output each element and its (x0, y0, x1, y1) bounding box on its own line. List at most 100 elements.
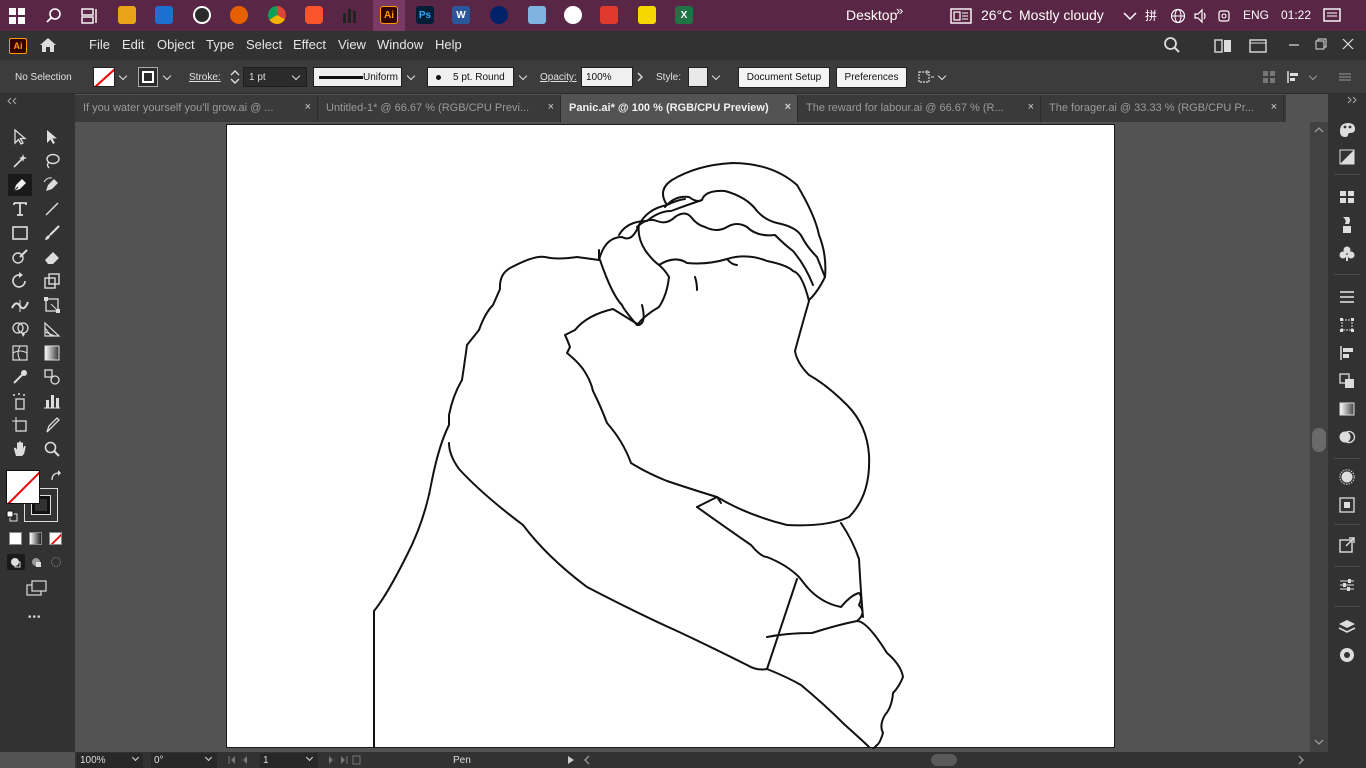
tab-panic[interactable]: Panic.ai* @ 100 % (RGB/CPU Preview) × (561, 95, 798, 122)
line-art-drawing[interactable] (227, 125, 1116, 749)
selection-tool-icon[interactable] (8, 126, 32, 148)
close-icon[interactable]: × (548, 101, 554, 113)
style-dropdown-chevron-icon[interactable] (711, 71, 721, 81)
window-close-icon[interactable] (1342, 38, 1354, 50)
vertical-scrollbar[interactable] (1310, 122, 1328, 752)
magic-wand-tool-icon[interactable] (8, 150, 32, 172)
window-restore-icon[interactable] (1315, 38, 1327, 50)
graphic-styles-panel-icon[interactable] (1337, 496, 1357, 514)
pathfinder-panel-icon[interactable] (1337, 372, 1357, 390)
menu-edit[interactable]: Edit (122, 37, 144, 52)
line-segment-tool-icon[interactable] (40, 198, 64, 220)
gradient-panel-icon[interactable] (1337, 400, 1357, 418)
scroll-down-icon[interactable] (1314, 738, 1324, 746)
variable-width-profile[interactable]: Uniform (313, 67, 402, 87)
eraser-tool-icon[interactable] (40, 246, 64, 268)
swatches-panel-icon[interactable] (1337, 188, 1357, 206)
slice-tool-icon[interactable] (40, 414, 64, 436)
document-setup-button[interactable]: Document Setup (738, 67, 830, 88)
fill-color-box[interactable] (6, 470, 40, 504)
opacity-expand-icon[interactable] (636, 72, 644, 82)
shape-builder-tool-icon[interactable] (8, 318, 32, 340)
free-transform-tool-icon[interactable] (40, 294, 64, 316)
properties-panel-icon[interactable] (1337, 288, 1357, 306)
scroll-thumb[interactable] (1312, 428, 1326, 452)
opacity-field[interactable]: 100% (581, 67, 633, 87)
app-bars-icon[interactable] (342, 6, 360, 24)
curvature-tool-icon[interactable] (40, 174, 64, 196)
column-graph-tool-icon[interactable] (40, 390, 64, 412)
tab-if-you-water-yourself[interactable]: If you water yourself you'll grow.ai @ .… (75, 95, 318, 122)
pen-tool-icon[interactable] (8, 174, 32, 196)
hand-tool-icon[interactable] (8, 438, 32, 460)
menu-type[interactable]: Type (206, 37, 234, 52)
align-options-icon[interactable] (1286, 70, 1302, 84)
draw-behind-icon[interactable] (28, 554, 46, 570)
artboard[interactable] (226, 124, 1116, 749)
perspective-grid-tool-icon[interactable] (40, 318, 64, 340)
none-mode-button[interactable] (49, 532, 62, 545)
brush-dropdown-chevron-icon[interactable] (518, 71, 528, 81)
type-tool-icon[interactable] (8, 198, 32, 220)
file-explorer-icon[interactable] (118, 6, 136, 24)
gradient-mode-button[interactable] (29, 532, 42, 545)
search-help-icon[interactable] (1163, 36, 1181, 54)
menu-view[interactable]: View (338, 37, 366, 52)
toolbar-overflow-icon[interactable]: » (896, 3, 903, 18)
preferences-button[interactable]: Preferences (836, 67, 907, 88)
transform-panel-icon[interactable] (1337, 316, 1357, 334)
arrange-icon[interactable] (917, 69, 935, 85)
width-tool-icon[interactable] (8, 294, 32, 316)
menu-file[interactable]: File (89, 37, 110, 52)
symbol-sprayer-tool-icon[interactable] (8, 390, 32, 412)
search-icon[interactable] (42, 4, 66, 27)
control-bar-menu-icon[interactable] (1338, 72, 1352, 82)
brush-definition[interactable]: 5 pt. Round (427, 67, 514, 87)
app-circle-icon[interactable] (564, 6, 582, 24)
screen-mode-icon[interactable] (26, 580, 48, 596)
color-mode-button[interactable] (9, 532, 22, 545)
scale-tool-icon[interactable] (40, 270, 64, 292)
appearance-panel-icon[interactable] (1337, 468, 1357, 486)
chevron-up-icon[interactable] (1118, 4, 1142, 27)
illustrator-taskbar-icon[interactable]: Ai (380, 6, 398, 24)
stroke-weight-stepper-icon[interactable] (229, 68, 241, 86)
sticky-notes-icon[interactable] (638, 6, 656, 24)
last-artboard-icon[interactable] (325, 755, 361, 765)
status-menu-arrow-icon[interactable] (567, 755, 575, 765)
adjustments-panel-icon[interactable] (1337, 576, 1357, 594)
tab-untitled-1[interactable]: Untitled-1* @ 66.67 % (RGB/CPU Previ... … (318, 95, 561, 122)
stroke-swatch[interactable] (138, 67, 158, 87)
desktop-toolbar-label[interactable]: Desktop (846, 7, 897, 23)
blend-tool-icon[interactable] (40, 366, 64, 388)
artboard-tool-icon[interactable] (8, 414, 32, 436)
network-globe-icon[interactable] (1166, 4, 1190, 27)
expand-panels-icon[interactable] (1346, 96, 1358, 104)
swap-fill-stroke-icon[interactable] (50, 470, 62, 482)
graphic-style-swatch[interactable] (688, 67, 708, 87)
photos-icon[interactable] (155, 6, 173, 24)
wps-icon[interactable] (600, 6, 618, 24)
fill-dropdown-chevron-icon[interactable] (118, 71, 128, 81)
notifications-icon[interactable] (1320, 4, 1344, 27)
brave-icon[interactable] (305, 6, 323, 24)
color-panel-icon[interactable] (1337, 120, 1357, 138)
symbols-panel-icon[interactable] (1337, 244, 1357, 262)
clock-time[interactable]: 01:22 (1281, 8, 1311, 22)
meet-now-icon[interactable] (1213, 4, 1237, 27)
task-view-icon[interactable] (78, 4, 102, 27)
stroke-label[interactable]: Stroke: (189, 72, 221, 83)
volume-icon[interactable] (1189, 4, 1213, 27)
opacity-label[interactable]: Opacity: (540, 72, 577, 83)
weather-text[interactable]: Mostly cloudy (1019, 7, 1104, 23)
mesh-tool-icon[interactable] (8, 342, 32, 364)
close-icon[interactable]: × (785, 101, 791, 113)
media-player-icon[interactable] (193, 6, 211, 24)
collapse-panel-icon[interactable] (6, 97, 18, 105)
default-fill-stroke-icon[interactable] (6, 510, 18, 522)
eyedropper-tool-icon[interactable] (8, 366, 32, 388)
stroke-dropdown-chevron-icon[interactable] (162, 71, 172, 81)
home-icon[interactable] (38, 36, 58, 54)
arrange-dropdown-chevron-icon[interactable] (937, 71, 947, 81)
scroll-up-icon[interactable] (1314, 126, 1324, 134)
